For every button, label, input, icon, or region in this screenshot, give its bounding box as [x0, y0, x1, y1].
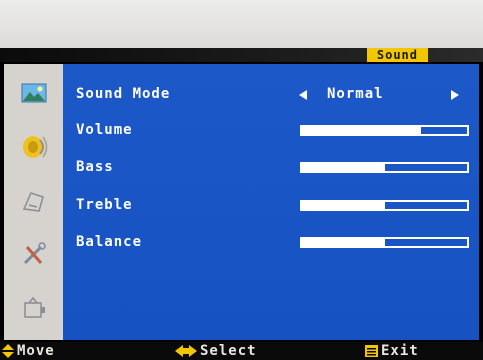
arrow-left-icon[interactable] — [299, 90, 307, 100]
treble-row[interactable]: Treble — [63, 195, 479, 217]
bass-slider[interactable] — [300, 162, 469, 173]
treble-label: Treble — [76, 197, 133, 213]
bass-slider-fill — [302, 164, 385, 171]
footer-exit: Exit — [365, 343, 419, 359]
arrow-right-icon[interactable] — [451, 90, 459, 100]
sidebar-item-tools[interactable] — [4, 228, 63, 281]
sound-icon — [22, 135, 47, 158]
screen-glare — [0, 0, 483, 48]
sidebar-item-input[interactable] — [4, 282, 63, 335]
tools-icon — [23, 241, 46, 264]
balance-row[interactable]: Balance — [63, 232, 479, 254]
bass-row[interactable]: Bass — [63, 157, 479, 179]
volume-row[interactable]: Volume — [63, 120, 479, 142]
bass-label: Bass — [76, 159, 114, 175]
balance-label: Balance — [76, 234, 143, 250]
input-source-icon — [23, 296, 45, 318]
footer-exit-label: Exit — [381, 343, 419, 359]
picture-icon — [21, 83, 46, 102]
menu-title: Sound — [366, 48, 428, 62]
balance-slider-fill — [302, 239, 385, 246]
footer-move: Move — [2, 343, 55, 359]
sound-mode-value: Normal — [327, 86, 384, 102]
footer-select: Select — [175, 343, 257, 359]
move-arrows-icon — [2, 344, 14, 358]
sidebar-item-picture[interactable] — [4, 66, 63, 119]
volume-slider[interactable] — [300, 125, 469, 136]
sound-mode-row[interactable]: Sound Mode Normal — [63, 84, 479, 106]
sidebar-item-sound[interactable] — [4, 120, 63, 173]
footer-select-label: Select — [200, 343, 257, 359]
select-arrows-icon — [175, 345, 197, 357]
volume-label: Volume — [76, 122, 133, 138]
sound-mode-label: Sound Mode — [76, 86, 171, 102]
menu-button-icon — [365, 345, 378, 357]
volume-slider-fill — [302, 127, 421, 134]
osd-menu: Sound Sound Mode Normal Volume Bass Treb… — [0, 48, 483, 360]
settings-icon — [22, 191, 44, 212]
treble-slider-fill — [302, 202, 385, 209]
sidebar-item-settings[interactable] — [4, 174, 63, 227]
sound-settings-panel: Sound Mode Normal Volume Bass Treble Bal… — [63, 64, 479, 340]
footer-move-label: Move — [17, 343, 55, 359]
sound-mode-selector[interactable]: Normal — [299, 86, 469, 104]
category-sidebar — [4, 64, 63, 340]
balance-slider[interactable] — [300, 237, 469, 248]
treble-slider[interactable] — [300, 200, 469, 211]
help-footer: Move Select Exit — [0, 342, 483, 360]
title-bar: Sound — [0, 48, 483, 62]
